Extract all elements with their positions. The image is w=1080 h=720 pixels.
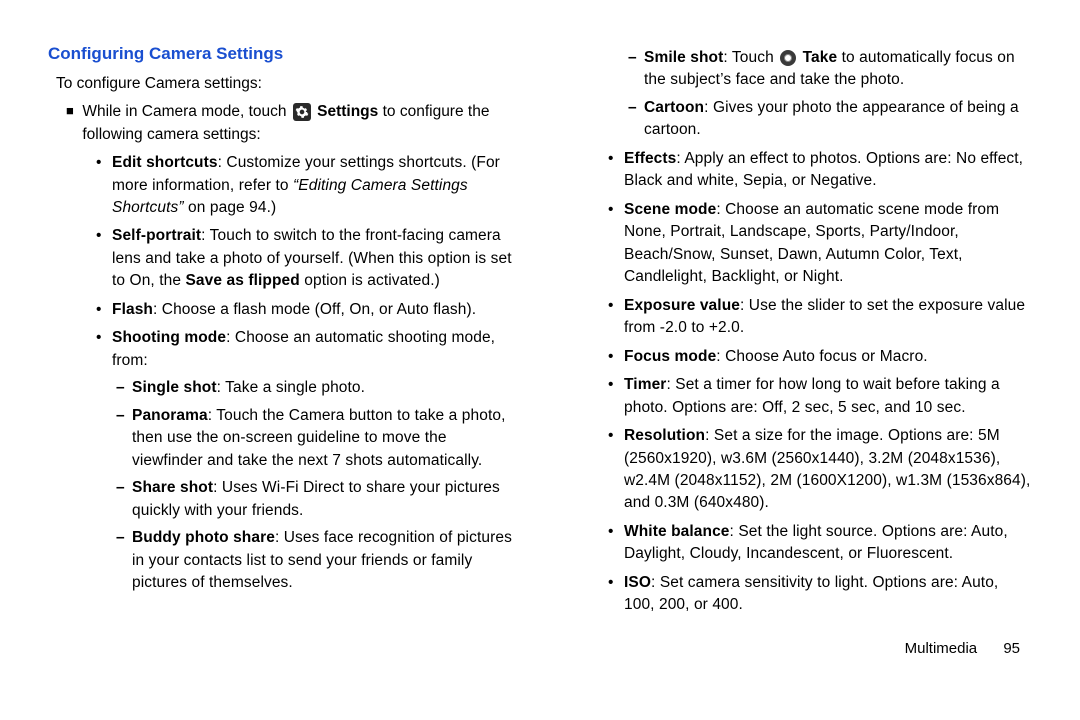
gear-icon xyxy=(293,103,311,121)
bold-text: Save as flipped xyxy=(185,272,299,289)
right-column: – Smile shot: Touch Take to automaticall… xyxy=(560,42,1032,630)
dot-bullet-icon: • xyxy=(96,152,112,219)
text: : Set camera sensitivity to light. Optio… xyxy=(624,574,998,613)
text: While in Camera mode, touch xyxy=(82,103,290,120)
list-item: • Scene mode: Choose an automatic scene … xyxy=(608,199,1032,289)
dot-bullet-icon: • xyxy=(608,425,624,515)
left-column: Configuring Camera Settings To configure… xyxy=(48,42,520,630)
dot-bullet-icon: • xyxy=(608,374,624,419)
dash-bullet-icon: – xyxy=(116,527,132,594)
footer-section: Multimedia xyxy=(905,640,978,657)
list-item: – Cartoon: Gives your photo the appearan… xyxy=(628,97,1032,142)
dot-bullet-icon: • xyxy=(608,148,624,193)
item-title: Focus mode xyxy=(624,348,716,365)
settings-label: Settings xyxy=(317,103,378,120)
text: : Take a single photo. xyxy=(217,379,365,396)
text: : Apply an effect to photos. Options are… xyxy=(624,150,1023,189)
dash-bullet-icon: – xyxy=(628,97,644,142)
text: : Touch xyxy=(723,49,778,66)
dash-bullet-icon: – xyxy=(116,405,132,472)
text: : Choose Auto focus or Macro. xyxy=(716,348,927,365)
text: on page 94.) xyxy=(184,199,277,216)
list-item: – Smile shot: Touch Take to automaticall… xyxy=(628,47,1032,92)
dot-bullet-icon: • xyxy=(96,225,112,292)
item-title: Resolution xyxy=(624,427,705,444)
item-title: Self-portrait xyxy=(112,227,201,244)
dash-bullet-icon: – xyxy=(116,477,132,522)
item-title: Flash xyxy=(112,301,153,318)
main-bullet: ■ While in Camera mode, touch Settings t… xyxy=(66,101,520,146)
item-title: Timer xyxy=(624,376,666,393)
item-title: Smile shot xyxy=(644,49,723,66)
list-item: • Effects: Apply an effect to photos. Op… xyxy=(608,148,1032,193)
item-title: Effects xyxy=(624,150,676,167)
list-item: • Exposure value: Use the slider to set … xyxy=(608,295,1032,340)
list-item: • Focus mode: Choose Auto focus or Macro… xyxy=(608,346,1032,368)
list-item: – Single shot: Take a single photo. xyxy=(116,377,520,399)
list-item: – Share shot: Uses Wi-Fi Direct to share… xyxy=(116,477,520,522)
list-item: • ISO: Set camera sensitivity to light. … xyxy=(608,572,1032,617)
dot-bullet-icon: • xyxy=(96,299,112,321)
item-title: Scene mode xyxy=(624,201,716,218)
dot-bullet-icon: • xyxy=(608,346,624,368)
section-heading: Configuring Camera Settings xyxy=(48,42,520,67)
list-item: • Edit shortcuts: Customize your setting… xyxy=(96,152,520,219)
list-item: • White balance: Set the light source. O… xyxy=(608,521,1032,566)
item-title: Panorama xyxy=(132,407,208,424)
item-title: Exposure value xyxy=(624,297,740,314)
bold-text: Take xyxy=(803,49,838,66)
item-title: Shooting mode xyxy=(112,329,226,346)
intro-text: To configure Camera settings: xyxy=(56,73,520,95)
dash-bullet-icon: – xyxy=(628,47,644,92)
list-item: – Buddy photo share: Uses face recogniti… xyxy=(116,527,520,594)
list-item: • Timer: Set a timer for how long to wai… xyxy=(608,374,1032,419)
item-title: ISO xyxy=(624,574,651,591)
item-title: Share shot xyxy=(132,479,213,496)
item-title: White balance xyxy=(624,523,730,540)
dot-bullet-icon: • xyxy=(608,199,624,289)
dot-bullet-icon: • xyxy=(608,572,624,617)
square-bullet-icon: ■ xyxy=(66,101,82,146)
camera-dot-icon xyxy=(780,50,796,66)
item-title: Single shot xyxy=(132,379,217,396)
text: : Set a timer for how long to wait befor… xyxy=(624,376,1000,415)
footer-page-number: 95 xyxy=(1003,640,1020,657)
dot-bullet-icon: • xyxy=(608,295,624,340)
text: : Choose a flash mode (Off, On, or Auto … xyxy=(153,301,476,318)
dot-bullet-icon: • xyxy=(608,521,624,566)
item-title: Buddy photo share xyxy=(132,529,275,546)
item-title: Cartoon xyxy=(644,99,704,116)
text: option is activated.) xyxy=(300,272,440,289)
dot-bullet-icon: • xyxy=(96,327,112,372)
list-item: • Flash: Choose a flash mode (Off, On, o… xyxy=(96,299,520,321)
list-item: • Self-portrait: Touch to switch to the … xyxy=(96,225,520,292)
list-item: • Resolution: Set a size for the image. … xyxy=(608,425,1032,515)
page-body: Configuring Camera Settings To configure… xyxy=(0,0,1080,640)
list-item: • Shooting mode: Choose an automatic sho… xyxy=(96,327,520,372)
list-item: – Panorama: Touch the Camera button to t… xyxy=(116,405,520,472)
item-title: Edit shortcuts xyxy=(112,154,218,171)
dash-bullet-icon: – xyxy=(116,377,132,399)
page-footer: Multimedia 95 xyxy=(0,640,1080,657)
